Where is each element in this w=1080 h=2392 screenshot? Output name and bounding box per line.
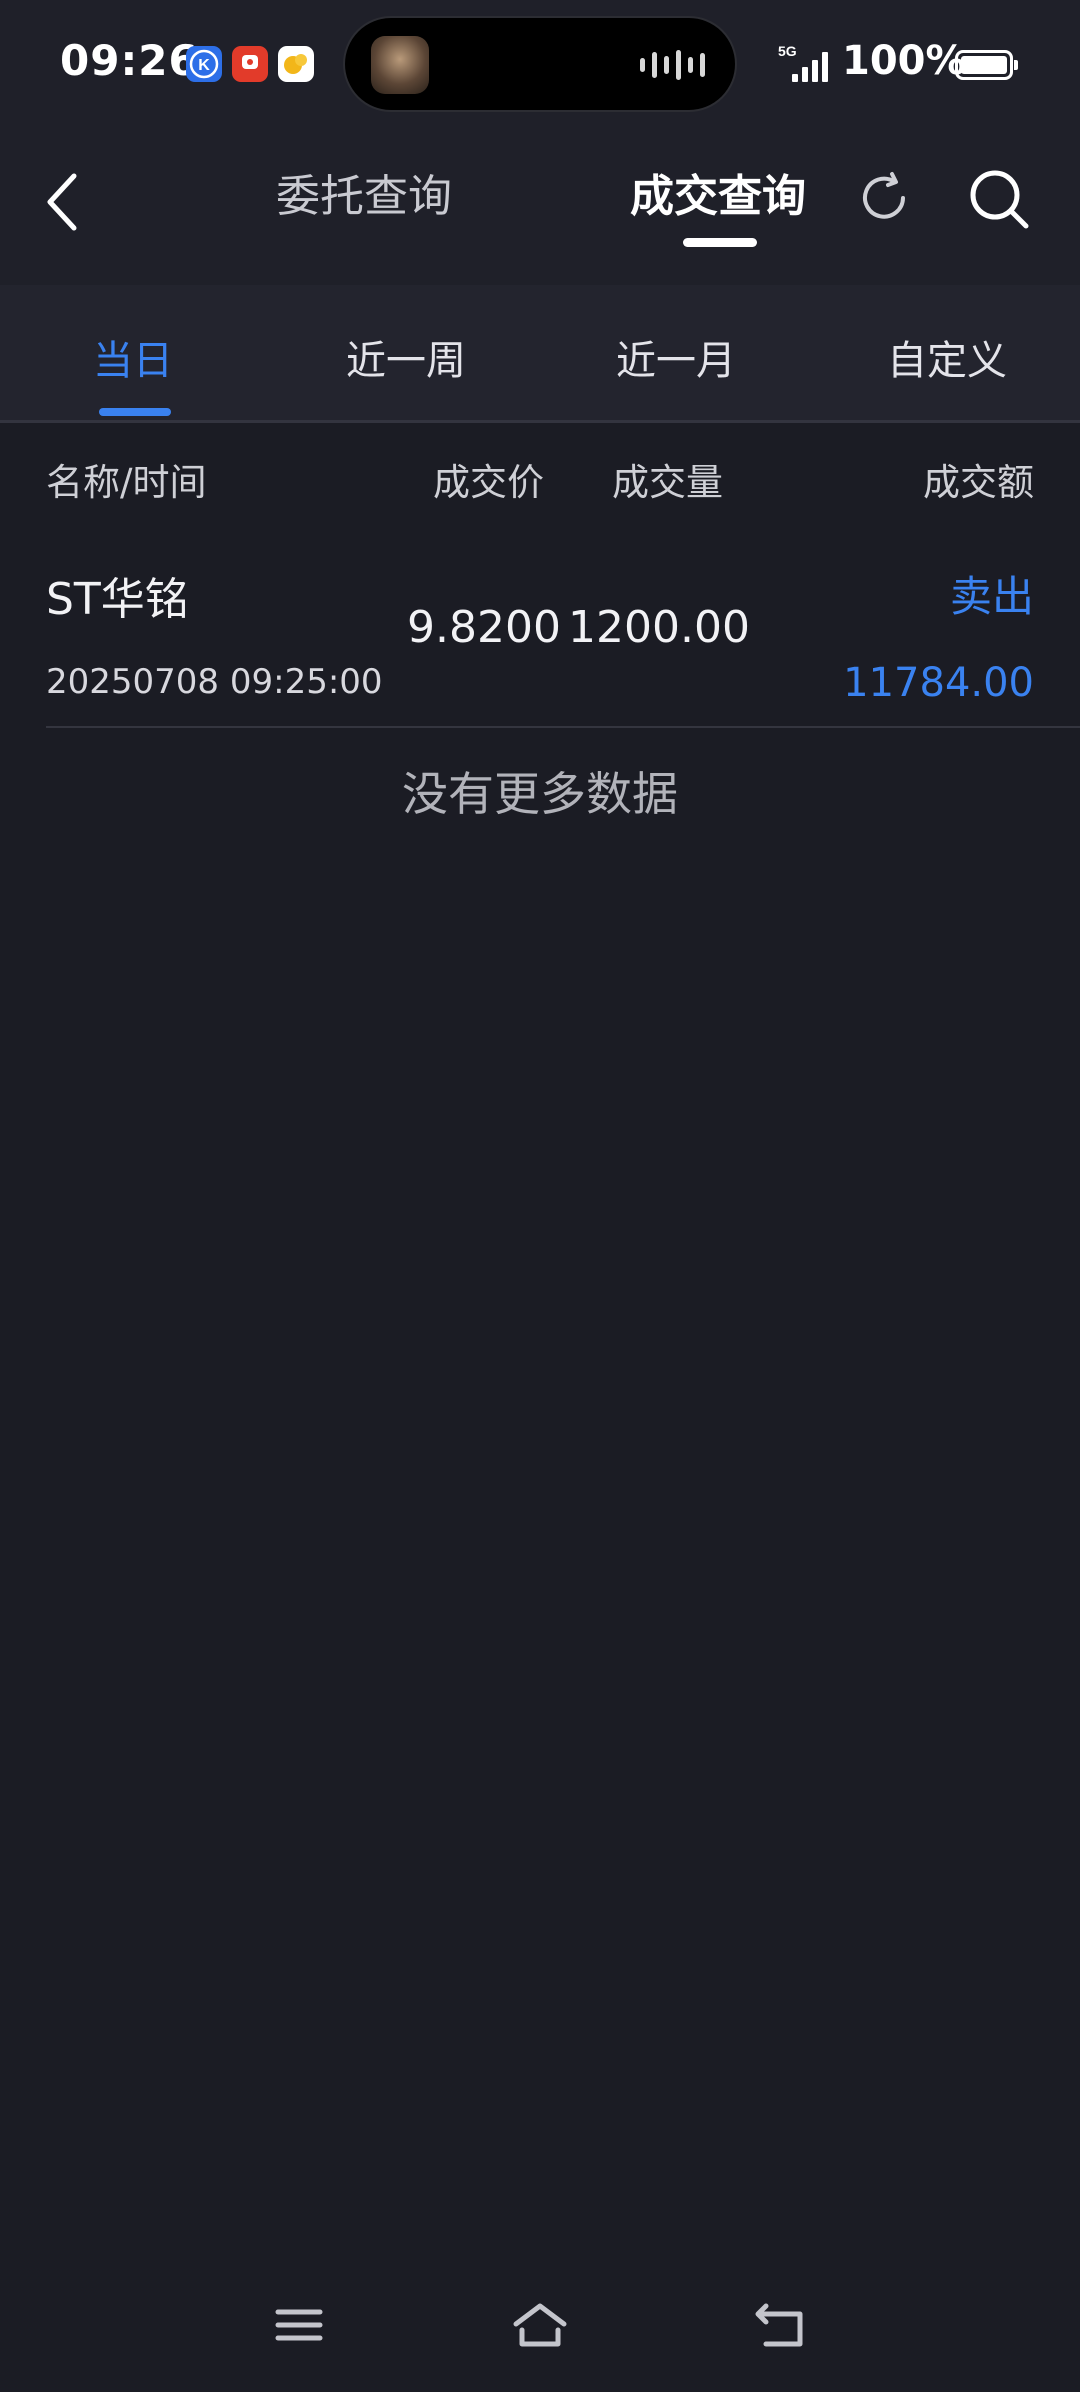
menu-icon[interactable] [274, 2300, 324, 2354]
search-icon[interactable] [968, 168, 1032, 236]
k-app-icon: K [186, 46, 222, 82]
column-amount: 成交额 [923, 461, 1034, 504]
row-divider [46, 726, 1080, 728]
signal-icon: 5G [778, 42, 834, 90]
battery-percent: 100% [842, 38, 966, 84]
network-label: 5G [778, 43, 797, 59]
back-arrow-icon[interactable] [42, 170, 82, 238]
dynamic-island[interactable] [343, 16, 737, 112]
top-header: 委托查询 成交查询 [0, 130, 1080, 285]
stock-name: ST华铭 [46, 574, 189, 625]
status-time: 09:26 [60, 36, 199, 85]
tab-order-query[interactable]: 委托查询 [276, 160, 452, 224]
tab-last-month[interactable]: 近一月 [616, 328, 736, 386]
column-volume: 成交量 [612, 461, 723, 504]
date-range-tabs: 当日 近一周 近一月 自定义 [0, 285, 1080, 423]
battery-icon [955, 50, 1018, 80]
svg-text:K: K [198, 57, 210, 74]
trade-price: 9.8200 [407, 602, 561, 653]
column-name-time: 名称/时间 [46, 461, 207, 504]
trade-direction: 卖出 [949, 572, 1034, 621]
trade-volume: 1200.00 [568, 602, 750, 653]
yellow-app-icon [278, 46, 314, 82]
no-more-data: 没有更多数据 [402, 767, 678, 821]
now-playing-artwork [371, 36, 429, 94]
refresh-icon[interactable] [856, 170, 912, 230]
status-bar: 09:26 K 5G 100% [0, 0, 1080, 130]
tab-today[interactable]: 当日 [93, 328, 173, 386]
range-tab-indicator [99, 408, 171, 416]
home-icon[interactable] [510, 2300, 570, 2354]
trade-amount: 11784.00 [843, 660, 1034, 706]
audio-wave-icon [640, 48, 705, 82]
active-tab-indicator [683, 238, 757, 247]
tab-custom[interactable]: 自定义 [887, 328, 1007, 386]
back-icon[interactable] [754, 2300, 810, 2354]
column-price: 成交价 [433, 461, 544, 504]
tab-last-week[interactable]: 近一周 [346, 328, 466, 386]
red-app-icon [232, 46, 268, 82]
trade-datetime: 20250708 09:25:00 [46, 662, 383, 702]
tab-trade-query[interactable]: 成交查询 [630, 160, 806, 224]
